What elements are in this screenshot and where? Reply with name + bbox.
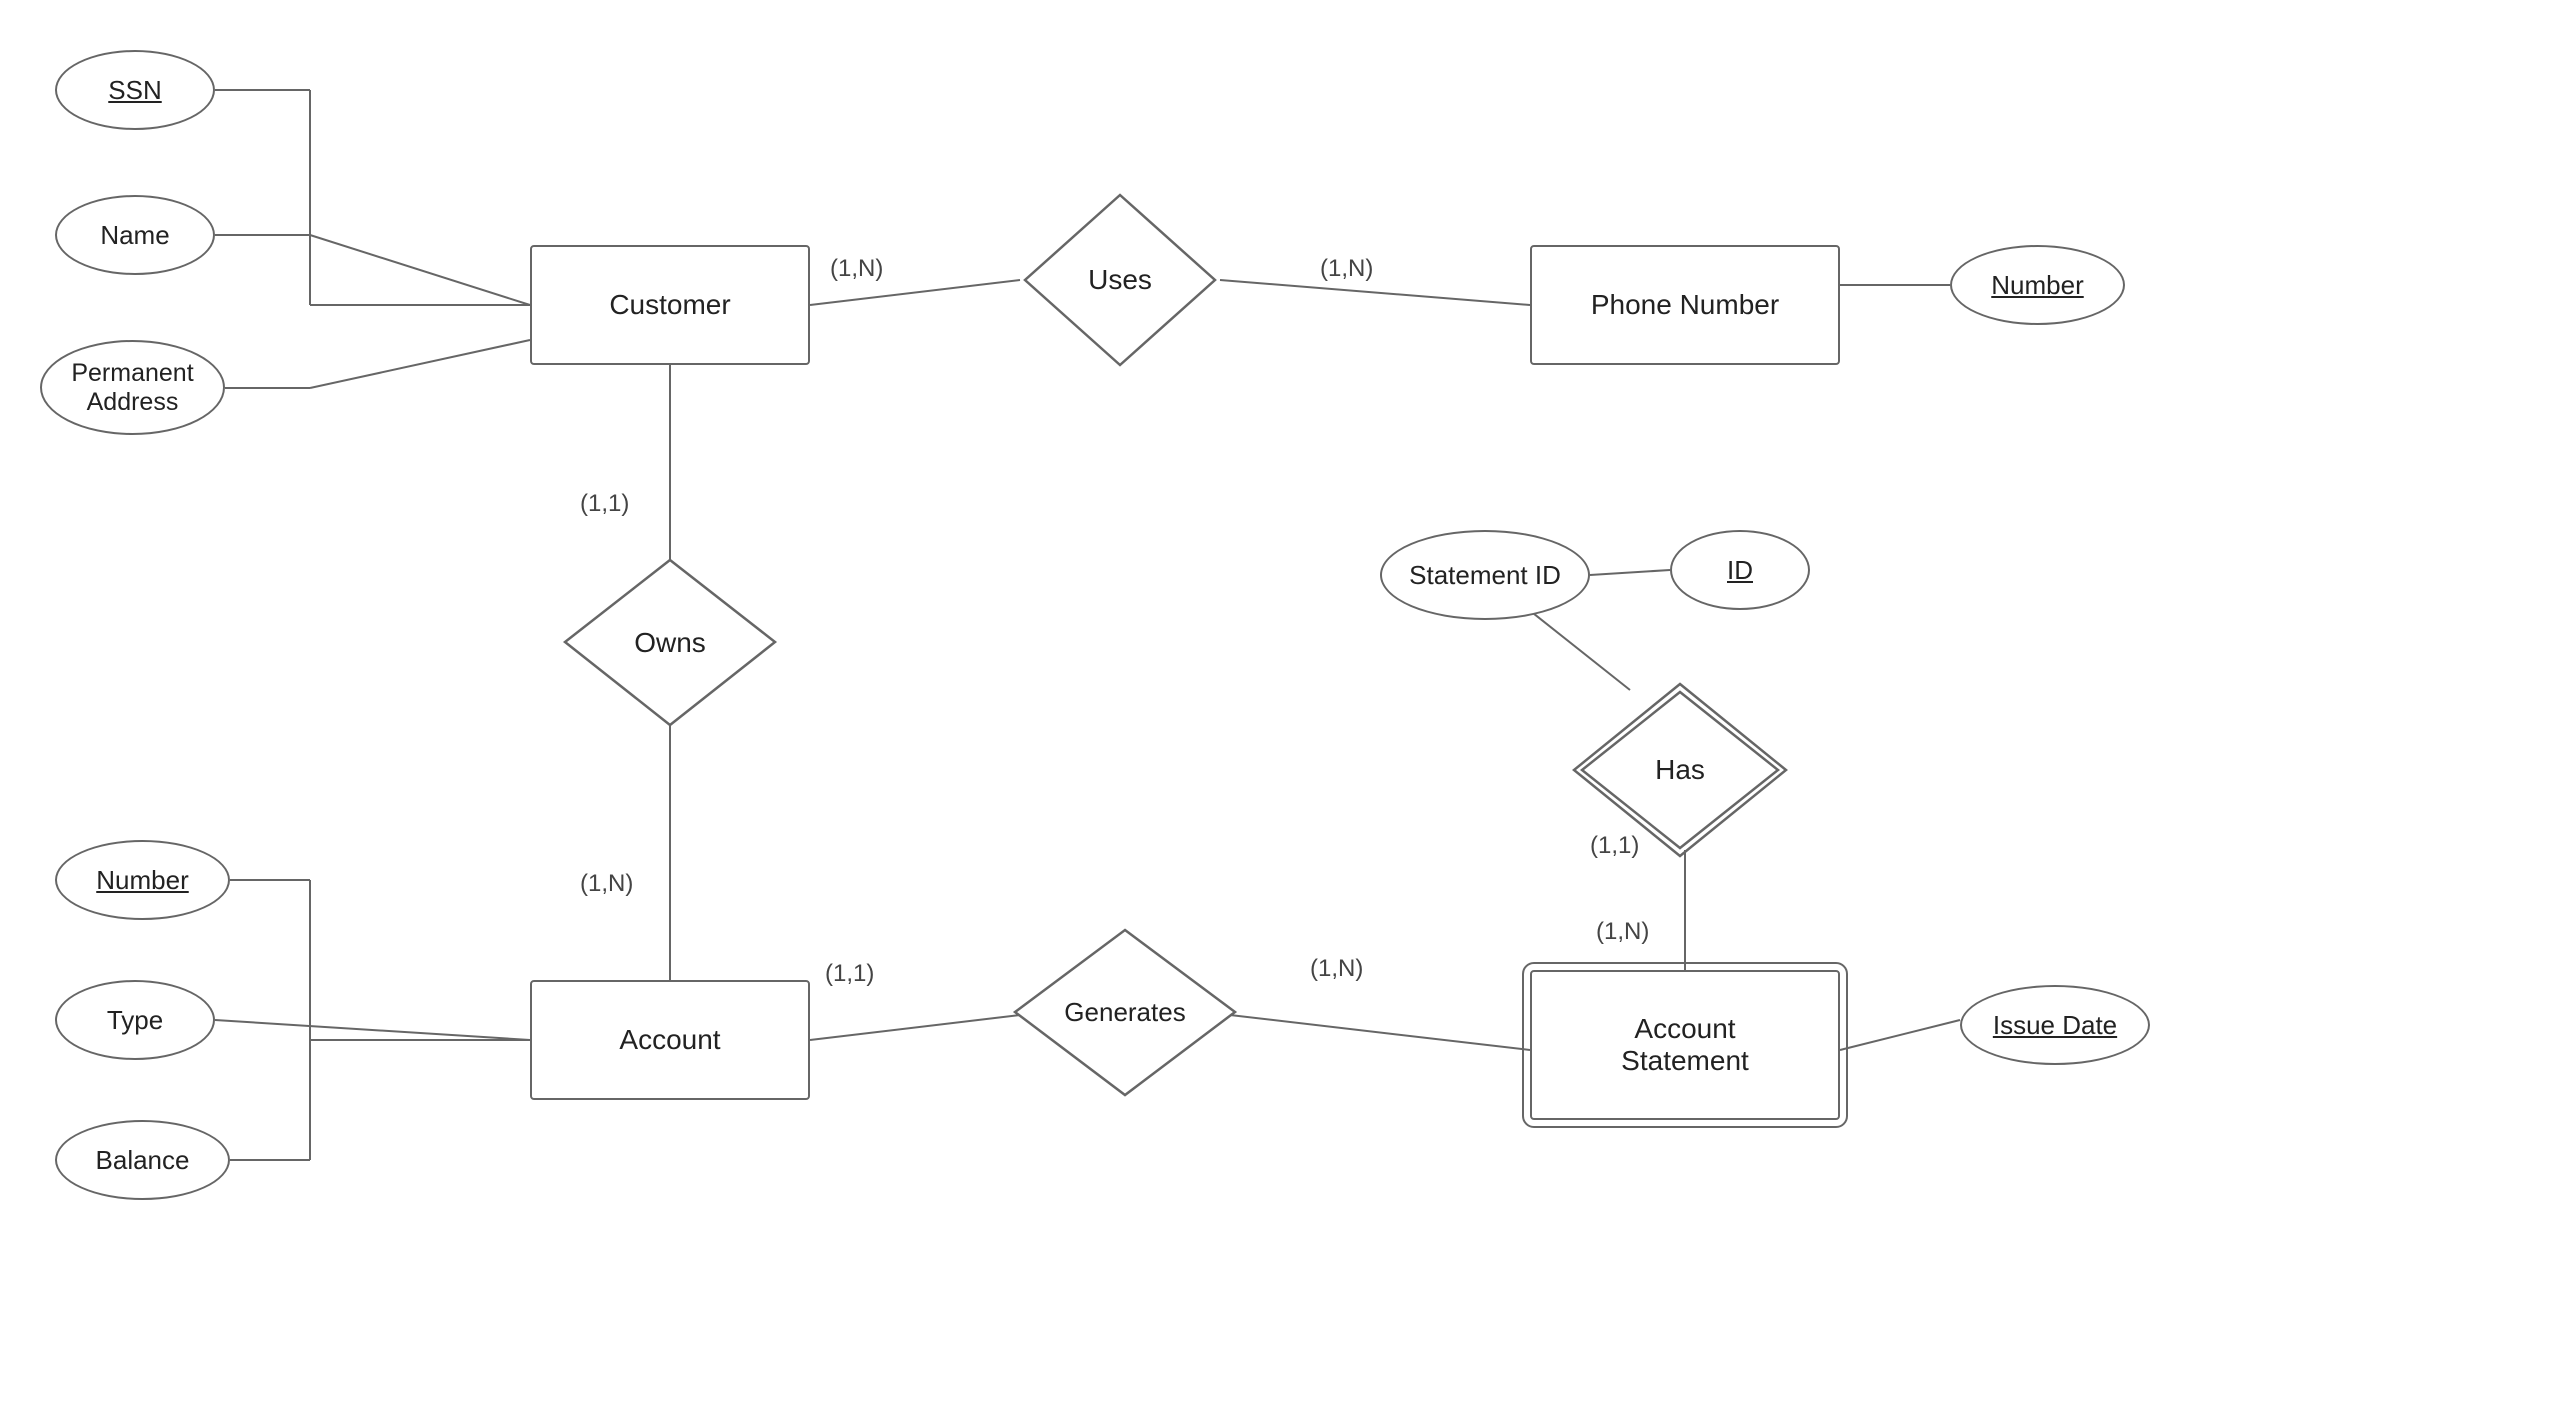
- entity-customer: Customer: [530, 245, 810, 365]
- er-diagram: SSN Name PermanentAddress Number Number …: [0, 0, 2550, 1425]
- card-account-generates: (1,1): [825, 960, 874, 988]
- attr-account-number: Number: [55, 840, 230, 920]
- attr-phone-number: Number: [1950, 245, 2125, 325]
- relationship-uses: Uses: [1020, 190, 1220, 370]
- attr-type: Type: [55, 980, 215, 1060]
- entity-account-statement: AccountStatement: [1530, 970, 1840, 1120]
- attr-permanent-address: PermanentAddress: [40, 340, 225, 435]
- card-customer-uses: (1,N): [830, 255, 883, 283]
- card-generates-statement: (1,N): [1310, 955, 1363, 983]
- attr-balance: Balance: [55, 1120, 230, 1200]
- relationship-generates: Generates: [1010, 925, 1240, 1100]
- card-statement-id-has: (1,1): [1590, 832, 1639, 860]
- card-uses-phone: (1,N): [1320, 255, 1373, 283]
- attr-name: Name: [55, 195, 215, 275]
- attr-issue-date: Issue Date: [1960, 985, 2150, 1065]
- entity-phone-number: Phone Number: [1530, 245, 1840, 365]
- attr-id: ID: [1670, 530, 1810, 610]
- card-has-account-statement: (1,N): [1596, 918, 1649, 946]
- connector-lines: [0, 0, 2550, 1425]
- attr-statement-id: Statement ID: [1380, 530, 1590, 620]
- card-customer-owns: (1,1): [580, 490, 629, 518]
- entity-account: Account: [530, 980, 810, 1100]
- attr-ssn: SSN: [55, 50, 215, 130]
- relationship-owns: Owns: [560, 555, 780, 730]
- card-owns-account: (1,N): [580, 870, 633, 898]
